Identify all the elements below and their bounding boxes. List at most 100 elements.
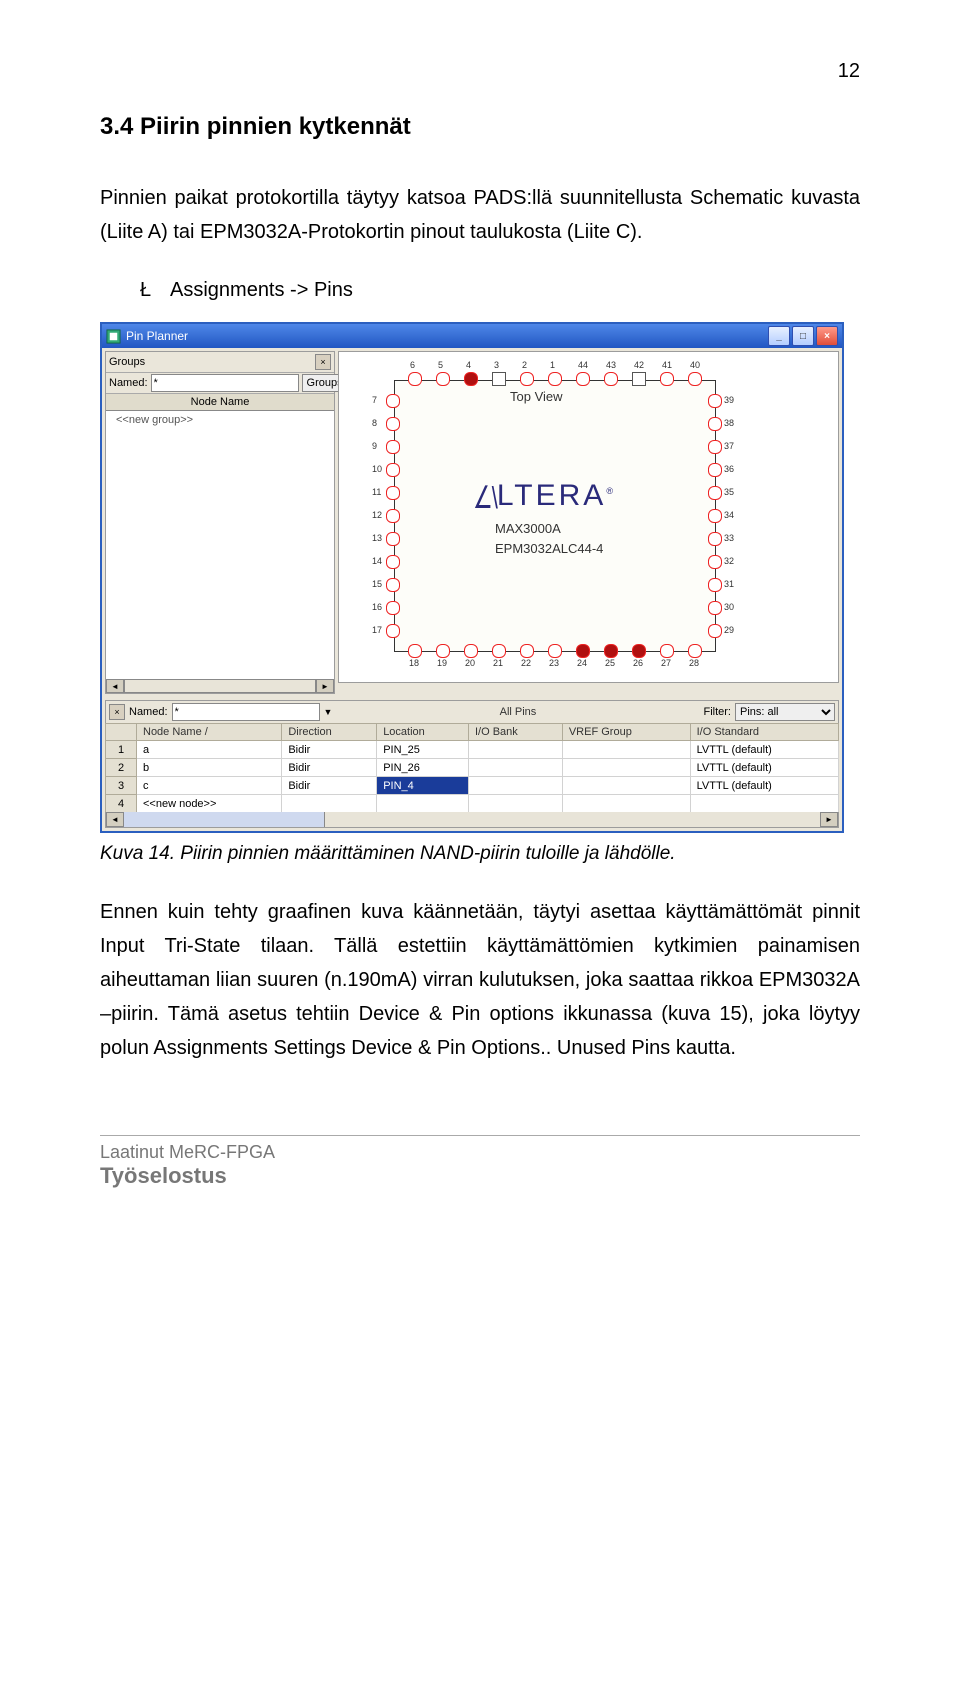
chip-view[interactable]: Top View ∠\ALTERALTERA® MAX3000A EPM3032…: [338, 351, 839, 683]
pin-marker[interactable]: [708, 417, 722, 431]
maximize-button[interactable]: □: [792, 326, 814, 346]
pin-marker[interactable]: [436, 372, 450, 386]
pin-marker[interactable]: [408, 644, 422, 658]
pin-label: 1: [550, 360, 555, 370]
pin-marker[interactable]: [688, 644, 702, 658]
pin-label: 29: [724, 625, 734, 635]
pin-marker[interactable]: [632, 644, 646, 658]
scroll-right-icon[interactable]: ►: [316, 679, 334, 693]
pin-label: 34: [724, 510, 734, 520]
table-row[interactable]: 1aBidirPIN_25LVTTL (default): [106, 741, 839, 759]
pin-marker[interactable]: [688, 372, 702, 386]
pin-marker[interactable]: [386, 601, 400, 615]
pin-marker[interactable]: [576, 644, 590, 658]
pin-marker[interactable]: [464, 372, 478, 386]
grid-scroll-left-icon[interactable]: ◄: [106, 812, 124, 827]
pin-marker[interactable]: [708, 463, 722, 477]
new-group-row[interactable]: <<new group>>: [106, 411, 334, 429]
pin-marker[interactable]: [708, 624, 722, 638]
pin-marker[interactable]: [408, 372, 422, 386]
window-titlebar[interactable]: Pin Planner _ □ ×: [102, 324, 842, 348]
grid-scroll-right-icon[interactable]: ►: [820, 812, 838, 827]
pin-label: 20: [465, 658, 475, 668]
column-header[interactable]: Location: [377, 724, 469, 741]
pin-marker[interactable]: [386, 463, 400, 477]
pin-marker[interactable]: [386, 509, 400, 523]
close-button[interactable]: ×: [816, 326, 838, 346]
pin-marker[interactable]: [520, 644, 534, 658]
column-header[interactable]: I/O Bank: [469, 724, 563, 741]
pin-label: 31: [724, 579, 734, 589]
pin-marker[interactable]: [660, 372, 674, 386]
pin-marker[interactable]: [386, 394, 400, 408]
scroll-left-icon[interactable]: ◄: [106, 679, 124, 693]
pin-marker[interactable]: [386, 624, 400, 638]
bullet-symbol: Ł: [140, 279, 170, 302]
lower-named-input[interactable]: [172, 703, 320, 721]
column-header[interactable]: Node Name /: [137, 724, 282, 741]
lower-named-label: Named:: [129, 706, 168, 718]
pin-label: 18: [409, 658, 419, 668]
pin-marker[interactable]: [386, 440, 400, 454]
pin-marker[interactable]: [548, 372, 562, 386]
page-container: 12 3.4 Piirin pinnien kytkennät Pinnien …: [0, 0, 950, 1229]
groups-close-icon[interactable]: ×: [315, 354, 331, 370]
pin-marker[interactable]: [708, 555, 722, 569]
pin-label: 38: [724, 418, 734, 428]
pin-label: 42: [634, 360, 644, 370]
pin-marker[interactable]: [708, 509, 722, 523]
pin-label: 30: [724, 602, 734, 612]
pin-marker[interactable]: [708, 394, 722, 408]
figure-caption: Kuva 14. Piirin pinnien määrittäminen NA…: [100, 843, 860, 865]
pin-marker[interactable]: [386, 417, 400, 431]
bullet-item: Ł Assignments -> Pins: [140, 279, 860, 302]
grid-scroll-thumb[interactable]: [124, 812, 325, 827]
pin-table[interactable]: Node Name /DirectionLocationI/O BankVREF…: [105, 723, 839, 813]
scroll-track[interactable]: [124, 679, 316, 693]
pin-label: 23: [549, 658, 559, 668]
pin-marker[interactable]: [386, 578, 400, 592]
pin-label: 40: [690, 360, 700, 370]
node-name-header: Node Name: [106, 394, 334, 411]
column-header[interactable]: I/O Standard: [690, 724, 838, 741]
pin-label: 11: [372, 487, 381, 497]
filter-label: Filter:: [703, 706, 731, 718]
column-header[interactable]: [106, 724, 137, 741]
table-row[interactable]: 4<<new node>>: [106, 795, 839, 813]
pin-marker[interactable]: [386, 532, 400, 546]
pin-marker[interactable]: [708, 578, 722, 592]
pin-marker[interactable]: [436, 644, 450, 658]
pin-label: 24: [577, 658, 587, 668]
pin-label: 39: [724, 395, 734, 405]
column-header[interactable]: VREF Group: [562, 724, 690, 741]
footer-author: Laatinut MeRC-FPGA: [100, 1142, 860, 1163]
chip-family: MAX3000A: [495, 521, 561, 536]
pin-marker[interactable]: [464, 644, 478, 658]
pin-marker[interactable]: [604, 644, 618, 658]
pin-marker[interactable]: [386, 555, 400, 569]
pin-marker[interactable]: [604, 372, 618, 386]
pin-marker[interactable]: [660, 644, 674, 658]
pin-marker[interactable]: [708, 532, 722, 546]
pin-label: 5: [438, 360, 443, 370]
pin-marker[interactable]: [520, 372, 534, 386]
pin-marker[interactable]: [708, 440, 722, 454]
named-input[interactable]: [151, 374, 299, 392]
table-row[interactable]: 2bBidirPIN_26LVTTL (default): [106, 759, 839, 777]
pin-marker[interactable]: [386, 486, 400, 500]
lower-collapse-icon[interactable]: ×: [109, 704, 125, 720]
pin-marker[interactable]: [632, 372, 646, 386]
filter-dropdown[interactable]: Pins: all: [735, 703, 835, 721]
pin-marker[interactable]: [492, 644, 506, 658]
column-header[interactable]: Direction: [282, 724, 377, 741]
table-row[interactable]: 3cBidirPIN_4LVTTL (default): [106, 777, 839, 795]
pin-marker[interactable]: [708, 601, 722, 615]
pin-label: 43: [606, 360, 616, 370]
top-view-label: Top View: [510, 389, 563, 404]
pin-marker[interactable]: [708, 486, 722, 500]
minimize-button[interactable]: _: [768, 326, 790, 346]
pin-marker[interactable]: [548, 644, 562, 658]
pin-marker[interactable]: [576, 372, 590, 386]
pin-marker[interactable]: [492, 372, 506, 386]
pin-label: 33: [724, 533, 734, 543]
